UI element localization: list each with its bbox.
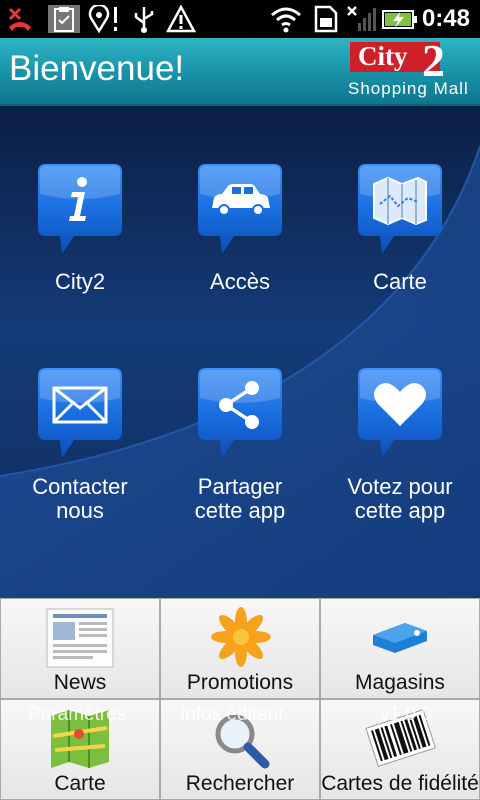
usb-icon: [134, 7, 154, 33]
tile-label-line2: cette app: [354, 498, 446, 523]
logo-number: 2: [422, 35, 445, 86]
logo-text: City: [358, 41, 408, 71]
flower-icon: [211, 607, 271, 667]
ghost-text-parametres: Paramètres: [28, 704, 127, 725]
missed-call-icon: [8, 7, 31, 31]
tile-partager-cette-app[interactable]: Partager cette app: [160, 368, 320, 528]
menu-item-news[interactable]: News: [1, 599, 159, 698]
menu-label: Cartes de fidélité: [321, 772, 479, 795]
wifi-icon: [271, 7, 301, 33]
tile-label: City2: [54, 269, 106, 294]
menu-label: Rechercher: [185, 772, 295, 795]
map-icon: [358, 164, 442, 254]
tile-label: Carte: [373, 269, 427, 294]
tile-contacter-nous[interactable]: Contacter nous: [0, 368, 160, 528]
car-icon: [198, 164, 282, 254]
tile-city2[interactable]: City2: [0, 164, 160, 304]
ghost-text-version: v1.0.0: [380, 704, 432, 725]
envelope-icon: [38, 368, 122, 458]
heart-icon: [358, 368, 442, 458]
tile-acces[interactable]: Accès: [160, 164, 320, 304]
status-bar: 0:48: [0, 0, 480, 38]
tile-carte[interactable]: Carte: [320, 164, 480, 304]
share-icon: [198, 368, 282, 458]
tile-label: Accès: [210, 269, 270, 294]
menu-label: Carte: [54, 772, 106, 795]
info-icon: [38, 164, 122, 254]
menu-label: Promotions: [186, 671, 294, 694]
menu-item-magasins[interactable]: Magasins: [321, 599, 479, 698]
ghost-text-infos-editeur: Infos éditeur: [180, 704, 285, 725]
menu-label: Magasins: [355, 671, 445, 694]
tile-label-line1: Partager: [197, 474, 283, 499]
location-icon: [88, 5, 117, 33]
tile-label-line2: cette app: [194, 498, 286, 523]
warning-icon: [166, 5, 196, 33]
newspaper-icon: [46, 608, 114, 668]
options-menu: News Promotions Magasins Carte Recherche…: [0, 598, 480, 800]
home-dashboard: City2 Accès Carte Contacter nous Partage…: [0, 106, 480, 598]
city2-logo: City 2 Shopping Mall: [348, 38, 480, 104]
no-signal-icon: [347, 6, 376, 31]
clipboard-icon: [48, 5, 80, 33]
tile-label-line1: Votez pour: [347, 474, 453, 499]
logo-subtitle: Shopping Mall: [348, 79, 469, 98]
menu-item-promotions[interactable]: Promotions: [161, 599, 319, 698]
battery-charging-icon: [382, 10, 417, 29]
clock: 0:48: [421, 5, 470, 32]
page-title: Bienvenue!: [9, 49, 185, 88]
price-tag-icon: [373, 623, 427, 653]
tile-label-line1: Contacter: [32, 474, 128, 499]
tile-votez-pour-cette-app[interactable]: Votez pour cette app: [320, 368, 480, 528]
sim-icon: [314, 5, 338, 33]
menu-label: News: [53, 671, 107, 694]
tile-label-line2: nous: [56, 498, 104, 523]
